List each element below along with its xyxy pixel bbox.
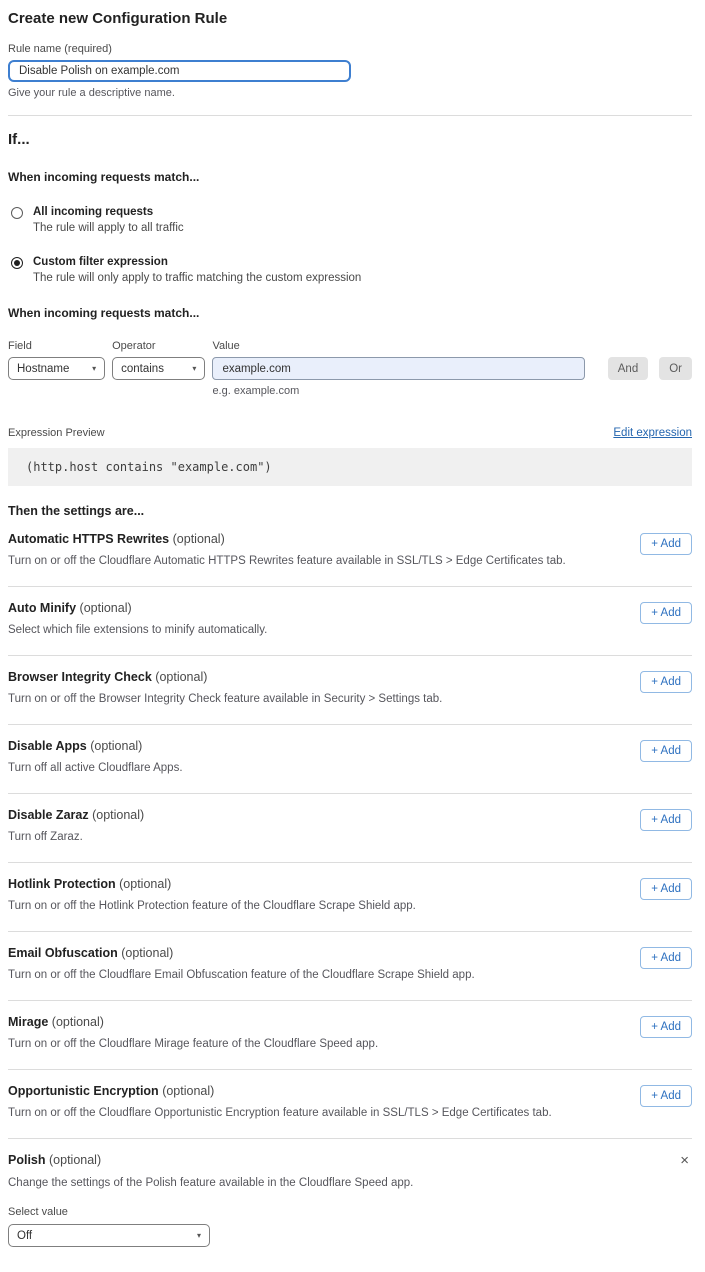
setting-title: Hotlink Protection (optional): [8, 877, 416, 891]
optional-tag: (optional): [162, 1084, 214, 1098]
setting-description: Turn on or off the Hotlink Protection fe…: [8, 900, 416, 912]
add-button-disable-apps[interactable]: + Add: [640, 740, 692, 762]
setting-row-browser-integrity-check: Browser Integrity Check (optional) Turn …: [8, 656, 692, 725]
setting-row-mirage: Mirage (optional) Turn on or off the Clo…: [8, 1001, 692, 1070]
setting-title: Browser Integrity Check (optional): [8, 670, 442, 684]
optional-tag: (optional): [80, 601, 132, 615]
add-button-automatic-https-rewrites[interactable]: + Add: [640, 533, 692, 555]
radio-custom-filter-desc: The rule will only apply to traffic matc…: [33, 272, 361, 284]
radio-option-custom-filter[interactable]: Custom filter expression The rule will o…: [8, 256, 692, 284]
setting-description: Turn on or off the Cloudflare Email Obfu…: [8, 969, 475, 981]
add-button-mirage[interactable]: + Add: [640, 1016, 692, 1038]
radio-custom-filter[interactable]: [11, 257, 23, 269]
add-button-disable-zaraz[interactable]: + Add: [640, 809, 692, 831]
setting-row-email-obfuscation: Email Obfuscation (optional) Turn on or …: [8, 932, 692, 1001]
value-help: e.g. example.com: [212, 385, 584, 397]
edit-expression-link[interactable]: Edit expression: [613, 427, 692, 439]
optional-tag: (optional): [49, 1153, 101, 1167]
operator-label: Operator: [112, 340, 205, 352]
rule-name-help: Give your rule a descriptive name.: [8, 87, 692, 99]
setting-description: Select which file extensions to minify a…: [8, 624, 267, 636]
expression-preview-code: (http.host contains "example.com"): [8, 448, 692, 486]
setting-row-auto-minify: Auto Minify (optional) Select which file…: [8, 587, 692, 656]
setting-row-disable-apps: Disable Apps (optional) Turn off all act…: [8, 725, 692, 794]
setting-title: Email Obfuscation (optional): [8, 946, 475, 960]
setting-description: Turn on or off the Cloudflare Opportunis…: [8, 1107, 552, 1119]
polish-value-select[interactable]: Off ▾: [8, 1224, 210, 1247]
expression-preview-header: Expression Preview Edit expression: [8, 427, 692, 439]
setting-description: Turn on or off the Browser Integrity Che…: [8, 693, 442, 705]
setting-description: Turn on or off the Cloudflare Automatic …: [8, 555, 566, 567]
optional-tag: (optional): [173, 532, 225, 546]
radio-all-incoming-label: All incoming requests: [33, 206, 184, 218]
polish-select-value: Off: [17, 1230, 32, 1242]
radio-all-incoming-desc: The rule will apply to all traffic: [33, 222, 184, 234]
setting-title: Mirage (optional): [8, 1015, 378, 1029]
radio-option-all-incoming[interactable]: All incoming requests The rule will appl…: [8, 206, 692, 234]
optional-tag: (optional): [121, 946, 173, 960]
optional-tag: (optional): [90, 739, 142, 753]
setting-row-automatic-https-rewrites: Automatic HTTPS Rewrites (optional) Turn…: [8, 518, 692, 587]
field-select[interactable]: Hostname ▾: [8, 357, 105, 380]
rule-name-input[interactable]: [8, 60, 351, 82]
add-button-opportunistic-encryption[interactable]: + Add: [640, 1085, 692, 1107]
create-configuration-rule-page: Create new Configuration Rule Rule name …: [0, 0, 705, 1261]
field-select-value: Hostname: [17, 363, 69, 375]
expression-builder-heading: When incoming requests match...: [8, 306, 692, 320]
optional-tag: (optional): [155, 670, 207, 684]
radio-all-incoming[interactable]: [11, 207, 23, 219]
operator-select[interactable]: contains ▾: [112, 357, 205, 380]
setting-row-opportunistic-encryption: Opportunistic Encryption (optional) Turn…: [8, 1070, 692, 1139]
chevron-down-icon: ▾: [197, 1231, 201, 1240]
setting-title: Disable Apps (optional): [8, 739, 183, 753]
setting-description: Turn off Zaraz.: [8, 831, 144, 843]
value-input[interactable]: [212, 357, 584, 380]
select-value-label: Select value: [8, 1206, 692, 1218]
rule-name-section: Rule name (required) Give your rule a de…: [8, 43, 692, 99]
add-button-auto-minify[interactable]: + Add: [640, 602, 692, 624]
chevron-down-icon: ▾: [92, 364, 96, 373]
setting-title: Disable Zaraz (optional): [8, 808, 144, 822]
setting-row-disable-zaraz: Disable Zaraz (optional) Turn off Zaraz.…: [8, 794, 692, 863]
and-button[interactable]: And: [608, 357, 648, 380]
then-settings-heading: Then the settings are...: [8, 504, 692, 518]
setting-description: Turn on or off the Cloudflare Mirage fea…: [8, 1038, 378, 1050]
setting-row-polish: Polish (optional) × Change the settings …: [8, 1139, 692, 1247]
radio-dot: [14, 260, 20, 266]
section-divider: [8, 115, 692, 116]
value-label: Value: [212, 340, 584, 352]
setting-row-hotlink-protection: Hotlink Protection (optional) Turn on or…: [8, 863, 692, 932]
setting-title: Opportunistic Encryption (optional): [8, 1084, 552, 1098]
or-button[interactable]: Or: [659, 357, 692, 380]
field-label: Field: [8, 340, 105, 352]
add-button-browser-integrity-check[interactable]: + Add: [640, 671, 692, 693]
radio-dot: [14, 210, 20, 216]
expression-preview-label: Expression Preview: [8, 427, 105, 439]
expression-builder-row: Field Hostname ▾ Operator contains ▾ Val…: [8, 340, 692, 397]
page-title: Create new Configuration Rule: [8, 10, 692, 27]
incoming-requests-match-heading: When incoming requests match...: [8, 170, 692, 184]
radio-custom-filter-label: Custom filter expression: [33, 256, 361, 268]
setting-title: Polish (optional): [8, 1153, 101, 1167]
close-icon[interactable]: ×: [677, 1153, 692, 1168]
rule-name-label: Rule name (required): [8, 43, 692, 55]
add-button-email-obfuscation[interactable]: + Add: [640, 947, 692, 969]
chevron-down-icon: ▾: [192, 364, 196, 373]
optional-tag: (optional): [119, 877, 171, 891]
setting-description: Turn off all active Cloudflare Apps.: [8, 762, 183, 774]
operator-select-value: contains: [121, 363, 164, 375]
setting-description: Change the settings of the Polish featur…: [8, 1177, 692, 1189]
optional-tag: (optional): [92, 808, 144, 822]
if-heading: If...: [8, 131, 692, 148]
optional-tag: (optional): [52, 1015, 104, 1029]
setting-title: Automatic HTTPS Rewrites (optional): [8, 532, 566, 546]
setting-title: Auto Minify (optional): [8, 601, 267, 615]
add-button-hotlink-protection[interactable]: + Add: [640, 878, 692, 900]
